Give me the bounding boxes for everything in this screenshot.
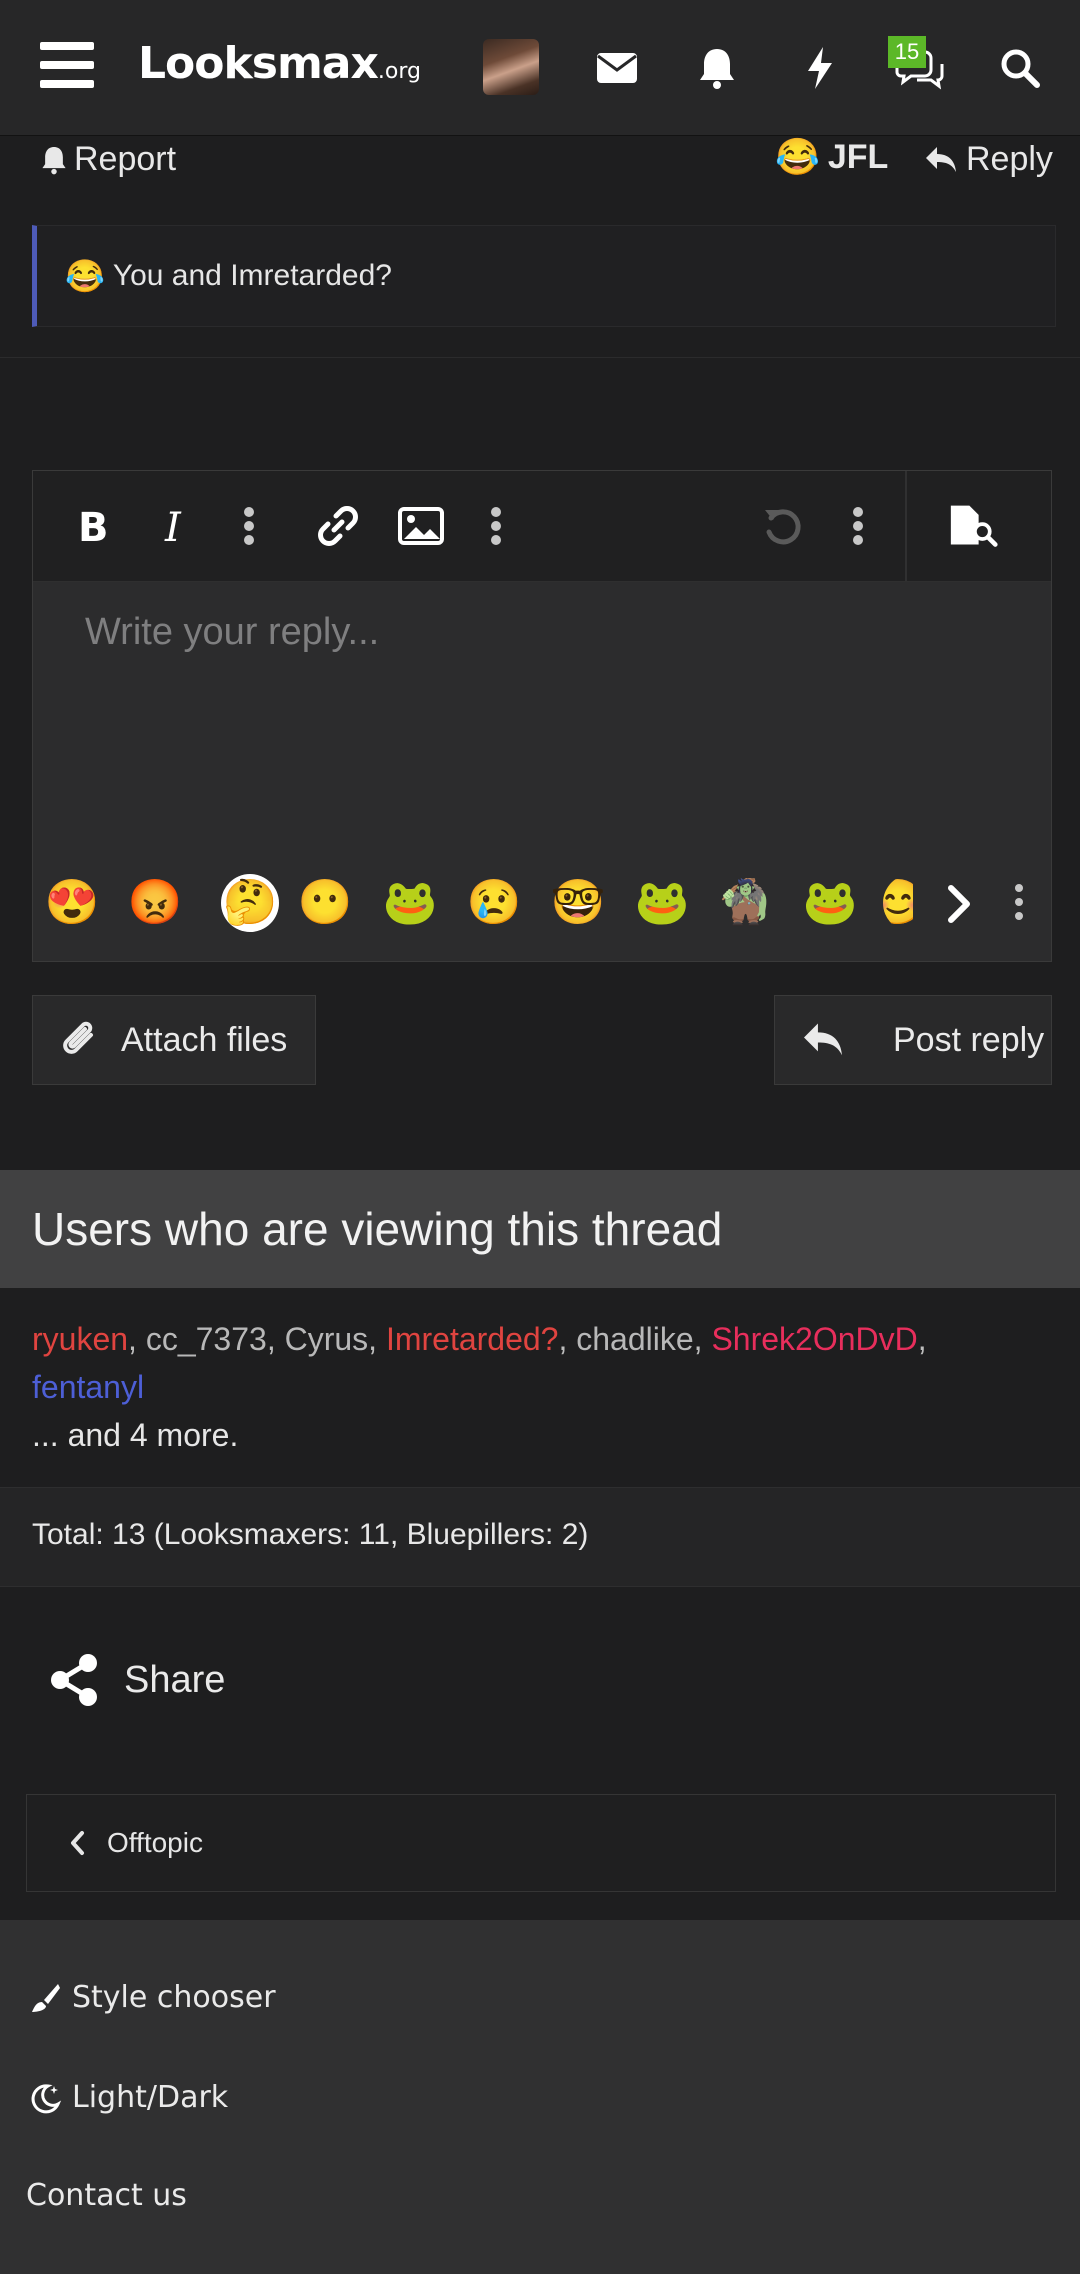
- more-icon[interactable]: [224, 501, 274, 551]
- more-icon[interactable]: [1013, 882, 1025, 927]
- top-bar: Looksmax.org 15: [0, 0, 1080, 136]
- attach-files-button[interactable]: Attach files: [32, 995, 316, 1085]
- bell-icon: [42, 146, 66, 174]
- quote-block: 😂 You and Imretarded?: [32, 225, 1056, 327]
- emoji-bar: 😍 😡 🤔 😶 🐸 😢 🤓 🐸 🧌 🐸 😊: [33, 866, 1051, 956]
- reaction-label: JFL: [827, 137, 889, 176]
- logo-suffix: .org: [377, 59, 421, 84]
- svg-text:B: B: [78, 507, 106, 545]
- breadcrumb-label: Offtopic: [107, 1827, 203, 1858]
- emoji-blank-face[interactable]: 😶: [296, 874, 354, 932]
- laughing-crying-icon: 😂: [775, 136, 820, 177]
- chevron-left-icon: [71, 1831, 84, 1855]
- conversations-badge: 15: [888, 36, 926, 68]
- report-link[interactable]: Report: [40, 140, 176, 179]
- reply-link[interactable]: Reply: [924, 140, 1053, 179]
- reply-editor[interactable]: B I Write your reply... 😍 😡 🤔 😶 🐸 😢 🤓 🐸 …: [32, 470, 1052, 962]
- emoji-crying[interactable]: 😢: [465, 874, 523, 932]
- reaction-jfl[interactable]: 😂 JFL: [775, 136, 888, 178]
- quote-text: You and Imretarded?: [112, 259, 392, 292]
- emoji-angry[interactable]: 😡: [126, 874, 184, 932]
- more-icon[interactable]: [833, 501, 883, 551]
- bell-icon[interactable]: [691, 42, 743, 94]
- light-dark-toggle[interactable]: Light/Dark: [30, 2080, 228, 2115]
- preview-icon[interactable]: [949, 501, 999, 551]
- image-icon[interactable]: [396, 501, 446, 551]
- more-users-text: ... and 4 more.: [32, 1417, 239, 1453]
- bold-icon[interactable]: B: [66, 501, 116, 551]
- share-icon: [51, 1654, 97, 1706]
- chevron-right-icon[interactable]: [945, 882, 975, 931]
- user-avatar[interactable]: [483, 39, 539, 95]
- reply-input-placeholder[interactable]: Write your reply...: [85, 611, 379, 654]
- emoji-pepe[interactable]: 🐸: [381, 874, 439, 932]
- paint-brush-icon: [32, 1983, 60, 2012]
- emoji-heart-eyes[interactable]: 😍: [43, 874, 101, 932]
- user-link[interactable]: ryuken: [32, 1321, 128, 1357]
- undo-icon[interactable]: [758, 501, 808, 551]
- style-chooser-label: Style chooser: [72, 1980, 276, 2015]
- contact-us-link[interactable]: Contact us: [26, 2178, 187, 2213]
- editor-toolbar: B I: [33, 471, 1051, 582]
- menu-icon[interactable]: [40, 42, 94, 88]
- emoji-blush[interactable]: 😊: [883, 874, 913, 932]
- svg-text:I: I: [164, 507, 182, 545]
- envelope-icon[interactable]: [591, 42, 643, 94]
- emoji-shrek[interactable]: 🧌: [716, 874, 774, 932]
- light-dark-label: Light/Dark: [72, 2080, 229, 2115]
- emoji-pepe-grin[interactable]: 🐸: [801, 874, 859, 932]
- emoji-pepe-rage[interactable]: 🐸: [633, 874, 691, 932]
- breadcrumb[interactable]: Offtopic: [26, 1794, 1056, 1892]
- user-link[interactable]: Shrek2OnDvD: [711, 1321, 917, 1357]
- emoji-wojak[interactable]: 🤔: [221, 874, 279, 932]
- style-chooser-link[interactable]: Style chooser: [30, 1980, 276, 2015]
- user-link[interactable]: cc_7373: [146, 1321, 267, 1357]
- reply-label: Reply: [966, 140, 1053, 178]
- logo-text: Looksmax: [138, 38, 379, 89]
- bolt-icon[interactable]: [794, 42, 846, 94]
- viewer-total: Total: 13 (Looksmaxers: 11, Bluepillers:…: [32, 1518, 589, 1551]
- emoji-nerd[interactable]: 🤓: [549, 874, 607, 932]
- more-icon[interactable]: [471, 501, 521, 551]
- reply-icon: [804, 1023, 842, 1056]
- search-icon[interactable]: [994, 42, 1046, 94]
- viewing-users-list: ryuken, cc_7373, Cyrus, Imretarded?, cha…: [32, 1321, 927, 1453]
- user-link[interactable]: Cyrus: [285, 1321, 369, 1357]
- link-icon[interactable]: [313, 501, 363, 551]
- share-label: Share: [124, 1658, 226, 1701]
- viewing-title: Users who are viewing this thread: [32, 1203, 723, 1255]
- site-logo[interactable]: Looksmax.org: [138, 38, 421, 89]
- reply-icon: [926, 146, 956, 172]
- user-link[interactable]: fentanyl: [32, 1369, 144, 1405]
- toolbar-divider: [905, 471, 907, 581]
- viewing-section-header: Users who are viewing this thread: [0, 1170, 1080, 1288]
- contact-us-label: Contact us: [26, 2178, 187, 2213]
- post-reply-button[interactable]: Post reply: [774, 995, 1052, 1085]
- share-button[interactable]: Share: [48, 1652, 225, 1708]
- user-link[interactable]: chadlike: [576, 1321, 693, 1357]
- moon-icon: [31, 2083, 62, 2113]
- laughing-crying-icon: 😂: [65, 258, 105, 294]
- report-label: Report: [74, 140, 177, 178]
- divider: [0, 357, 1080, 358]
- user-link[interactable]: Imretarded?: [386, 1321, 559, 1357]
- attach-files-label: Attach files: [121, 1020, 288, 1059]
- italic-icon[interactable]: I: [151, 501, 201, 551]
- paperclip-icon: [63, 1021, 93, 1054]
- post-reply-label: Post reply: [893, 1020, 1045, 1059]
